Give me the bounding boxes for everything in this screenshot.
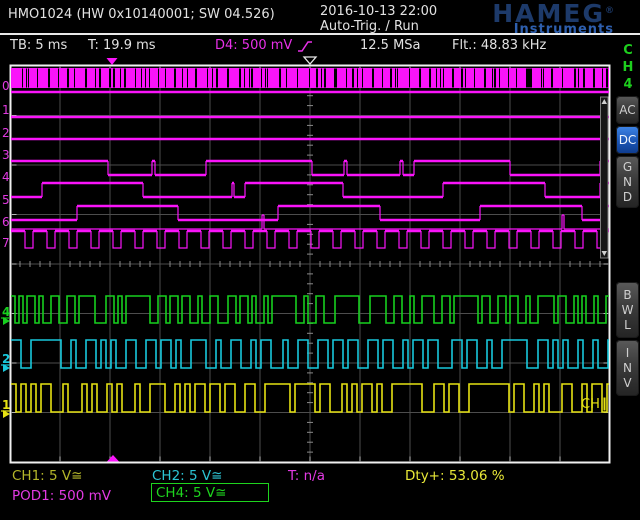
cursor-marker-bottom[interactable] — [107, 455, 119, 462]
ch4-selected-box: CH4: 5 V≅ — [151, 483, 269, 502]
oscilloscope-screen: HMO1024 (HW 0x10140001; SW 04.526) 2016-… — [0, 0, 640, 520]
overlay-text-cursor — [604, 398, 606, 411]
waveform-display: 4 2 1 0 1 2 3 4 5 6 7 CH — [0, 0, 640, 520]
coupling-gnd-button[interactable]: GND — [616, 156, 639, 208]
channel-marker-label: 4 — [2, 305, 10, 319]
cursor-marker-top[interactable] — [107, 58, 118, 65]
pod-channel-label: 7 — [2, 236, 10, 250]
pod-channel-label: 3 — [2, 148, 10, 162]
duty-cycle-readout: Dty+: 53.06 % — [405, 468, 505, 484]
pod-channel-label: 4 — [2, 170, 10, 184]
ch4-scale-readout: CH4: 5 V≅ — [156, 485, 226, 501]
pod-channel-label: 0 — [2, 79, 10, 93]
coupling-ac-button[interactable]: AC — [616, 96, 639, 124]
overlay-channel-text: CH — [581, 397, 600, 412]
coupling-dc-button[interactable]: DC — [616, 126, 639, 154]
channel-marker-label: 2 — [2, 352, 10, 366]
side-channel-label: CH4 — [621, 42, 635, 93]
trigger-position-marker[interactable] — [304, 57, 316, 64]
pod1-scale-readout: POD1: 500 mV — [12, 488, 111, 504]
pod-channel-label: 6 — [2, 215, 10, 229]
channel-marker-label: 1 — [2, 398, 10, 412]
pod-channel-label: 2 — [2, 126, 10, 140]
ch2-scale-readout: CH2: 5 V≅ — [152, 468, 222, 484]
period-measure-readout: T: n/a — [288, 468, 325, 484]
pod-channel-label: 1 — [2, 103, 10, 117]
pod-channel-label: 5 — [2, 193, 10, 207]
ch1-scale-readout: CH1: 5 V≅ — [12, 468, 82, 484]
bandwidth-limit-button[interactable]: BWL — [616, 282, 639, 338]
invert-button[interactable]: INV — [616, 340, 639, 396]
vertical-scrollbar[interactable] — [601, 97, 609, 258]
